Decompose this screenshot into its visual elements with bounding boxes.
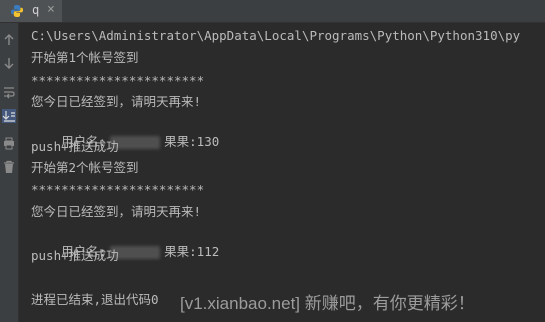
- console-line: push+推送成功: [31, 139, 119, 154]
- print-icon[interactable]: [2, 136, 16, 150]
- watermark: [v1.xianbao.net] 新赚吧，有你更精彩！: [180, 294, 475, 313]
- console-line: 您今日已经签到，请明天再来!: [31, 204, 202, 219]
- console-line: 开始第1个帐号签到: [31, 50, 139, 65]
- scroll-down-icon[interactable]: [2, 56, 16, 70]
- console-output[interactable]: C:\Users\Administrator\AppData\Local\Pro…: [31, 27, 545, 322]
- console-line-separator: ***********************: [31, 182, 205, 197]
- run-tab[interactable]: q ×: [0, 0, 62, 22]
- console-line-exit: 进程已结束,退出代码0: [31, 292, 159, 307]
- console-line: push+推送成功: [31, 248, 119, 263]
- console-line-separator: ***********************: [31, 73, 205, 88]
- console-line: 开始第2个帐号签到: [31, 160, 139, 175]
- python-logo-icon: [11, 5, 23, 17]
- console-line-command: C:\Users\Administrator\AppData\Local\Pro…: [31, 28, 521, 43]
- console-toolbar: [0, 23, 19, 322]
- console-line: 您今日已经签到，请明天再来!: [31, 94, 202, 109]
- run-tab-label: q: [32, 3, 40, 17]
- console-line-user: 用户名: 果果:130: [31, 115, 219, 149]
- close-icon[interactable]: ×: [47, 2, 55, 17]
- fruit-count: 果果:130: [164, 134, 220, 149]
- rerun-icon[interactable]: [2, 33, 16, 47]
- run-tab-bar: q ×: [0, 0, 545, 23]
- trash-icon[interactable]: [2, 160, 16, 174]
- scroll-to-end-icon[interactable]: [2, 109, 16, 123]
- fruit-count: 果果:112: [164, 244, 220, 259]
- soft-wrap-icon[interactable]: [2, 85, 16, 99]
- console-line-user: 用户名: 果果:112: [31, 225, 219, 259]
